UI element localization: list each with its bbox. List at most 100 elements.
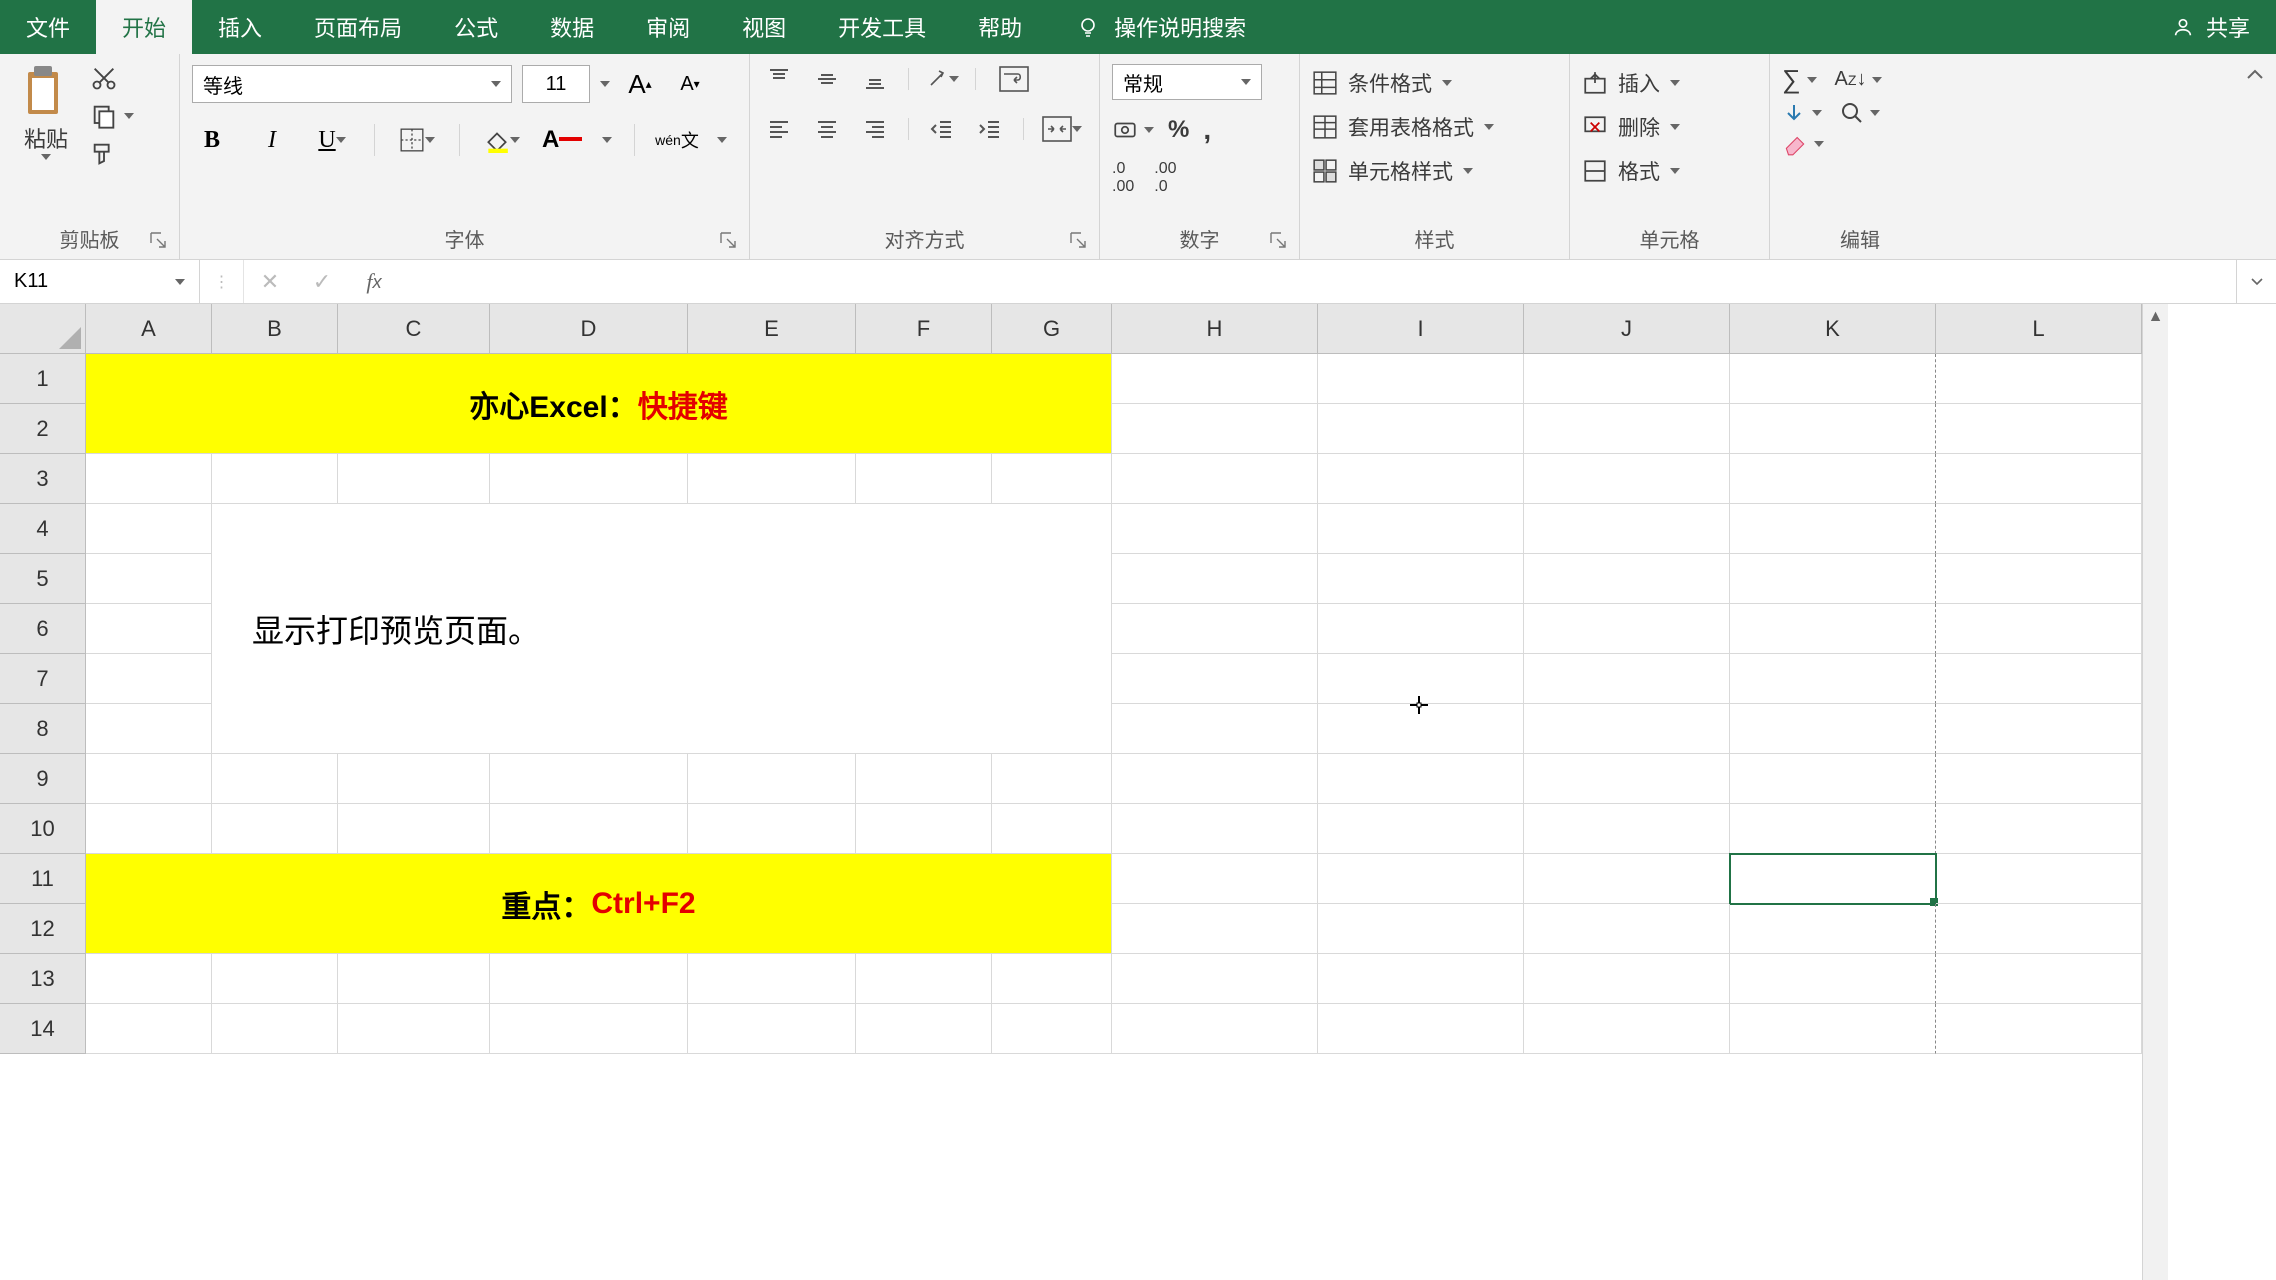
column-header[interactable]: K [1730,304,1936,354]
cell[interactable] [86,454,212,504]
insert-cells-button[interactable]: 插入 [1582,64,1680,102]
cell[interactable] [1936,504,2142,554]
cell[interactable] [1112,654,1318,704]
cell[interactable] [490,1004,688,1054]
cell[interactable] [1318,804,1524,854]
cell[interactable] [1524,504,1730,554]
tab-review[interactable]: 审阅 [620,0,716,54]
cell[interactable] [490,454,688,504]
sort-filter-button[interactable]: AZ↓ [1835,68,1883,91]
row-header[interactable]: 7 [0,654,86,704]
column-header[interactable]: D [490,304,688,354]
tab-pagelayout[interactable]: 页面布局 [288,0,428,54]
cell[interactable] [1730,354,1936,404]
dialog-launcher-icon[interactable] [149,231,167,249]
collapse-ribbon-button[interactable] [2234,54,2276,259]
row-header[interactable]: 13 [0,954,86,1004]
cell[interactable] [338,454,490,504]
row-header[interactable]: 2 [0,404,86,454]
cell[interactable] [338,804,490,854]
scroll-up-button[interactable]: ▲ [2148,304,2164,330]
column-header[interactable]: H [1112,304,1318,354]
font-size-select[interactable]: 11 [522,65,590,103]
wrap-text-button[interactable] [992,64,1036,94]
cell[interactable] [1936,804,2142,854]
cell[interactable] [688,454,856,504]
format-painter-button[interactable] [90,140,118,168]
italic-button[interactable]: I [252,120,292,160]
cell[interactable] [86,804,212,854]
accounting-format-button[interactable] [1112,117,1154,143]
cell[interactable] [1730,754,1936,804]
tell-me-search[interactable]: 操作说明搜索 [1076,0,1246,54]
cell[interactable] [1318,404,1524,454]
number-format-select[interactable]: 常规 [1112,64,1262,100]
cell[interactable] [1524,354,1730,404]
percent-button[interactable]: % [1168,116,1189,144]
cell[interactable]: 显示打印预览页面。 [212,504,1112,754]
cell[interactable] [212,804,338,854]
comma-button[interactable]: , [1203,114,1211,146]
delete-cells-button[interactable]: 删除 [1582,108,1680,146]
cell[interactable] [1112,404,1318,454]
tab-formulas[interactable]: 公式 [428,0,524,54]
cell[interactable] [992,954,1112,1004]
cell[interactable] [1318,604,1524,654]
cell[interactable] [86,604,212,654]
cell[interactable] [856,454,992,504]
cell[interactable] [1730,404,1936,454]
row-header[interactable]: 3 [0,454,86,504]
column-header[interactable]: J [1524,304,1730,354]
row-header[interactable]: 9 [0,754,86,804]
row-header[interactable]: 12 [0,904,86,954]
cell[interactable] [1936,604,2142,654]
find-select-button[interactable] [1840,101,1880,125]
align-left-button[interactable] [762,114,796,144]
cut-button[interactable] [90,64,118,92]
cell[interactable] [992,754,1112,804]
decrease-decimal-button[interactable]: .00.0 [1154,160,1176,196]
dialog-launcher-icon[interactable] [719,231,737,249]
column-header[interactable]: G [992,304,1112,354]
cell[interactable] [86,554,212,604]
cell[interactable] [338,954,490,1004]
cell[interactable] [1524,754,1730,804]
cell[interactable] [1730,1004,1936,1054]
cell[interactable] [856,754,992,804]
increase-font-button[interactable]: A▴ [620,64,660,104]
font-name-select[interactable]: 等线 [192,65,512,103]
cell[interactable] [1318,454,1524,504]
cell[interactable] [86,504,212,554]
cell[interactable] [1112,554,1318,604]
cell[interactable] [1318,504,1524,554]
cell[interactable] [212,754,338,804]
column-header[interactable]: B [212,304,338,354]
cell[interactable] [1936,754,2142,804]
fill-button[interactable] [1782,101,1822,125]
cell[interactable] [1318,704,1524,754]
cell[interactable]: 亦心Excel：快捷键 [86,354,1112,454]
cell[interactable] [1730,704,1936,754]
cell[interactable] [1112,804,1318,854]
cell[interactable] [856,804,992,854]
vertical-scrollbar[interactable]: ▲ [2142,304,2168,1280]
cell[interactable] [1318,654,1524,704]
cell[interactable] [1112,604,1318,654]
dialog-launcher-icon[interactable] [1069,231,1087,249]
expand-formula-bar-button[interactable] [2236,260,2276,303]
tab-help[interactable]: 帮助 [952,0,1048,54]
cell[interactable] [1318,554,1524,604]
orientation-button[interactable] [925,64,959,94]
cell[interactable] [1936,904,2142,954]
column-header[interactable]: L [1936,304,2142,354]
cell[interactable] [1730,954,1936,1004]
cell[interactable] [688,1004,856,1054]
cell[interactable] [1936,354,2142,404]
cell-styles-button[interactable]: 单元格样式 [1312,152,1473,190]
cell[interactable] [1730,604,1936,654]
cell[interactable] [992,804,1112,854]
cell[interactable] [1524,404,1730,454]
fill-color-button[interactable] [482,120,522,160]
select-all-corner[interactable] [0,304,86,354]
format-cells-button[interactable]: 格式 [1582,152,1680,190]
